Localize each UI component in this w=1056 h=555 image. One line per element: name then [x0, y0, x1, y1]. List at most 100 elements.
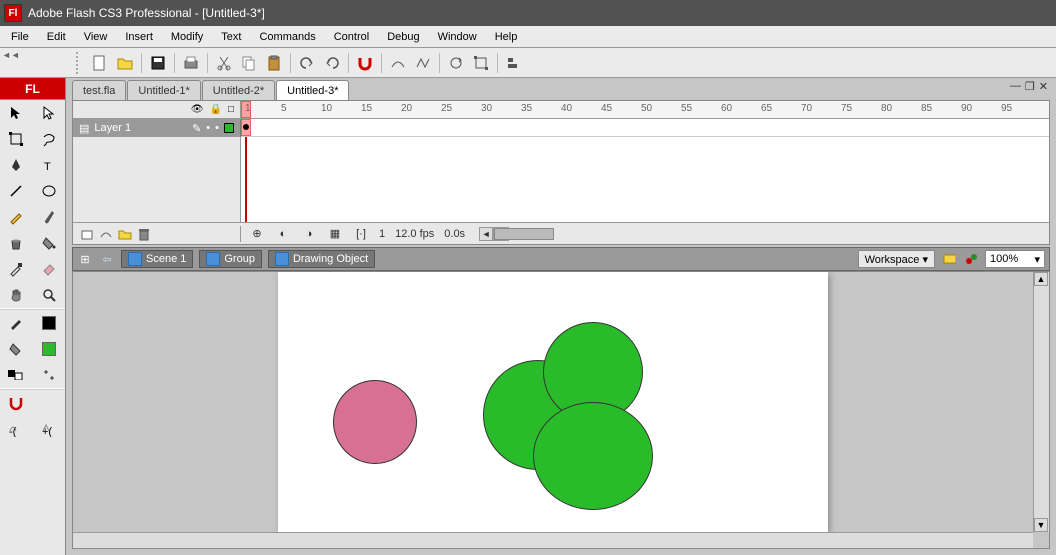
doc-tab-active[interactable]: Untitled-3* — [276, 80, 349, 100]
snap-magnet-button[interactable] — [354, 52, 376, 74]
menu-commands[interactable]: Commands — [250, 28, 324, 46]
hand-tool[interactable] — [0, 282, 33, 308]
edit-scene-button[interactable] — [941, 251, 957, 267]
new-layer-button[interactable] — [79, 226, 95, 242]
toolbar-grip[interactable] — [76, 52, 82, 74]
fill-color-swatch[interactable] — [33, 336, 66, 362]
new-motion-guide-button[interactable] — [98, 226, 114, 242]
breadcrumb-group[interactable]: Group — [199, 250, 262, 268]
subselection-tool[interactable] — [33, 100, 66, 126]
menu-file[interactable]: File — [2, 28, 38, 46]
scroll-up-button[interactable]: ▲ — [1034, 272, 1048, 286]
doc-tab[interactable]: Untitled-2* — [202, 80, 275, 100]
new-folder-button[interactable] — [117, 226, 133, 242]
paste-button[interactable] — [263, 52, 285, 74]
menu-help[interactable]: Help — [486, 28, 527, 46]
layer-visible-dot[interactable]: • — [206, 122, 210, 134]
line-tool[interactable] — [0, 178, 33, 204]
print-button[interactable] — [180, 52, 202, 74]
doc-tab[interactable]: Untitled-1* — [127, 80, 200, 100]
menu-control[interactable]: Control — [325, 28, 378, 46]
close-button[interactable]: ✕ — [1039, 80, 1048, 93]
timeline-ruler[interactable]: 1 5 10 15 20 25 30 35 40 45 50 55 60 65 … — [241, 101, 1049, 118]
onion-skin-button[interactable]: ◐ — [275, 226, 291, 242]
stage-pasteboard[interactable] — [73, 272, 1033, 532]
layer-lock-dot[interactable]: • — [215, 122, 219, 134]
menu-modify[interactable]: Modify — [162, 28, 212, 46]
pencil-tool[interactable] — [0, 204, 33, 230]
stroke-color-tool[interactable] — [0, 310, 33, 336]
menu-window[interactable]: Window — [429, 28, 486, 46]
snap-option[interactable] — [0, 390, 33, 416]
lock-icon[interactable]: 🔒 — [210, 104, 222, 115]
black-white-button[interactable] — [0, 362, 33, 388]
save-button[interactable] — [147, 52, 169, 74]
layer-frames[interactable] — [241, 119, 1049, 137]
zoom-selector[interactable]: 100%▾ — [985, 250, 1045, 268]
modify-onion-markers-button[interactable]: [·] — [353, 226, 369, 242]
timeline-toggle-button[interactable]: ⊞ — [77, 251, 93, 267]
edit-multiple-frames-button[interactable]: ▦ — [327, 226, 343, 242]
scale-button[interactable] — [470, 52, 492, 74]
playhead-line[interactable] — [245, 137, 247, 222]
visibility-icon[interactable]: 👁 — [191, 104, 204, 115]
onion-skin-outlines-button[interactable]: ◑ — [301, 226, 317, 242]
selection-tool[interactable] — [0, 100, 33, 126]
pen-tool[interactable] — [0, 152, 33, 178]
green-circle-shape[interactable] — [533, 402, 653, 510]
scroll-left-button[interactable]: ◄ — [479, 227, 493, 241]
keyframe[interactable] — [243, 124, 249, 130]
new-file-button[interactable] — [89, 52, 111, 74]
layer-name-cell[interactable]: ▤ Layer 1 ✎ • • — [73, 119, 241, 137]
back-button[interactable]: ⇦ — [99, 251, 115, 267]
straighten-option[interactable]: +( — [33, 416, 66, 442]
doc-tab[interactable]: test.fla — [72, 80, 126, 100]
restore-button[interactable]: ❐ — [1025, 80, 1035, 93]
stroke-color-swatch[interactable] — [33, 310, 66, 336]
edit-symbols-button[interactable] — [963, 251, 979, 267]
align-button[interactable] — [503, 52, 525, 74]
layer-row[interactable]: ▤ Layer 1 ✎ • • — [73, 119, 1049, 137]
breadcrumb-scene[interactable]: Scene 1 — [121, 250, 193, 268]
outline-icon[interactable]: □ — [228, 104, 234, 115]
stage-vertical-scrollbar[interactable]: ▲ ▼ — [1033, 272, 1049, 532]
ink-bottle-tool[interactable] — [0, 230, 33, 256]
menu-debug[interactable]: Debug — [378, 28, 428, 46]
scrollbar-thumb[interactable] — [494, 228, 554, 240]
layer-color-swatch[interactable] — [224, 123, 234, 133]
free-transform-tool[interactable] — [0, 126, 33, 152]
timeline-scrollbar[interactable] — [493, 227, 495, 241]
redo-button[interactable] — [321, 52, 343, 74]
scroll-down-button[interactable]: ▼ — [1034, 518, 1048, 532]
center-frame-button[interactable]: ⊕ — [249, 226, 265, 242]
zoom-tool[interactable] — [33, 282, 66, 308]
stage-horizontal-scrollbar[interactable] — [73, 532, 1033, 548]
straighten-button[interactable] — [412, 52, 434, 74]
breadcrumb-drawing-object[interactable]: Drawing Object — [268, 250, 375, 268]
minimize-button[interactable]: — — [1010, 80, 1021, 93]
fill-color-tool[interactable] — [0, 336, 33, 362]
brush-tool[interactable] — [33, 204, 66, 230]
collapse-icon[interactable]: ◄◄ — [2, 50, 12, 60]
paint-bucket-tool[interactable] — [33, 230, 66, 256]
cut-button[interactable] — [213, 52, 235, 74]
workspace-selector[interactable]: Workspace ▾ — [858, 250, 935, 268]
swap-colors-button[interactable] — [33, 362, 66, 388]
oval-tool[interactable] — [33, 178, 66, 204]
stage[interactable] — [278, 272, 828, 532]
text-tool[interactable]: T — [33, 152, 66, 178]
menu-text[interactable]: Text — [212, 28, 250, 46]
eraser-tool[interactable] — [33, 256, 66, 282]
delete-layer-button[interactable] — [136, 226, 152, 242]
undo-button[interactable] — [296, 52, 318, 74]
smooth-option[interactable]: -( — [0, 416, 33, 442]
lasso-tool[interactable] — [33, 126, 66, 152]
smooth-button[interactable] — [387, 52, 409, 74]
menu-edit[interactable]: Edit — [38, 28, 75, 46]
open-file-button[interactable] — [114, 52, 136, 74]
pink-circle-shape[interactable] — [333, 380, 417, 464]
copy-button[interactable] — [238, 52, 260, 74]
frames-area[interactable] — [241, 137, 1049, 222]
rotate-button[interactable] — [445, 52, 467, 74]
menu-insert[interactable]: Insert — [116, 28, 162, 46]
